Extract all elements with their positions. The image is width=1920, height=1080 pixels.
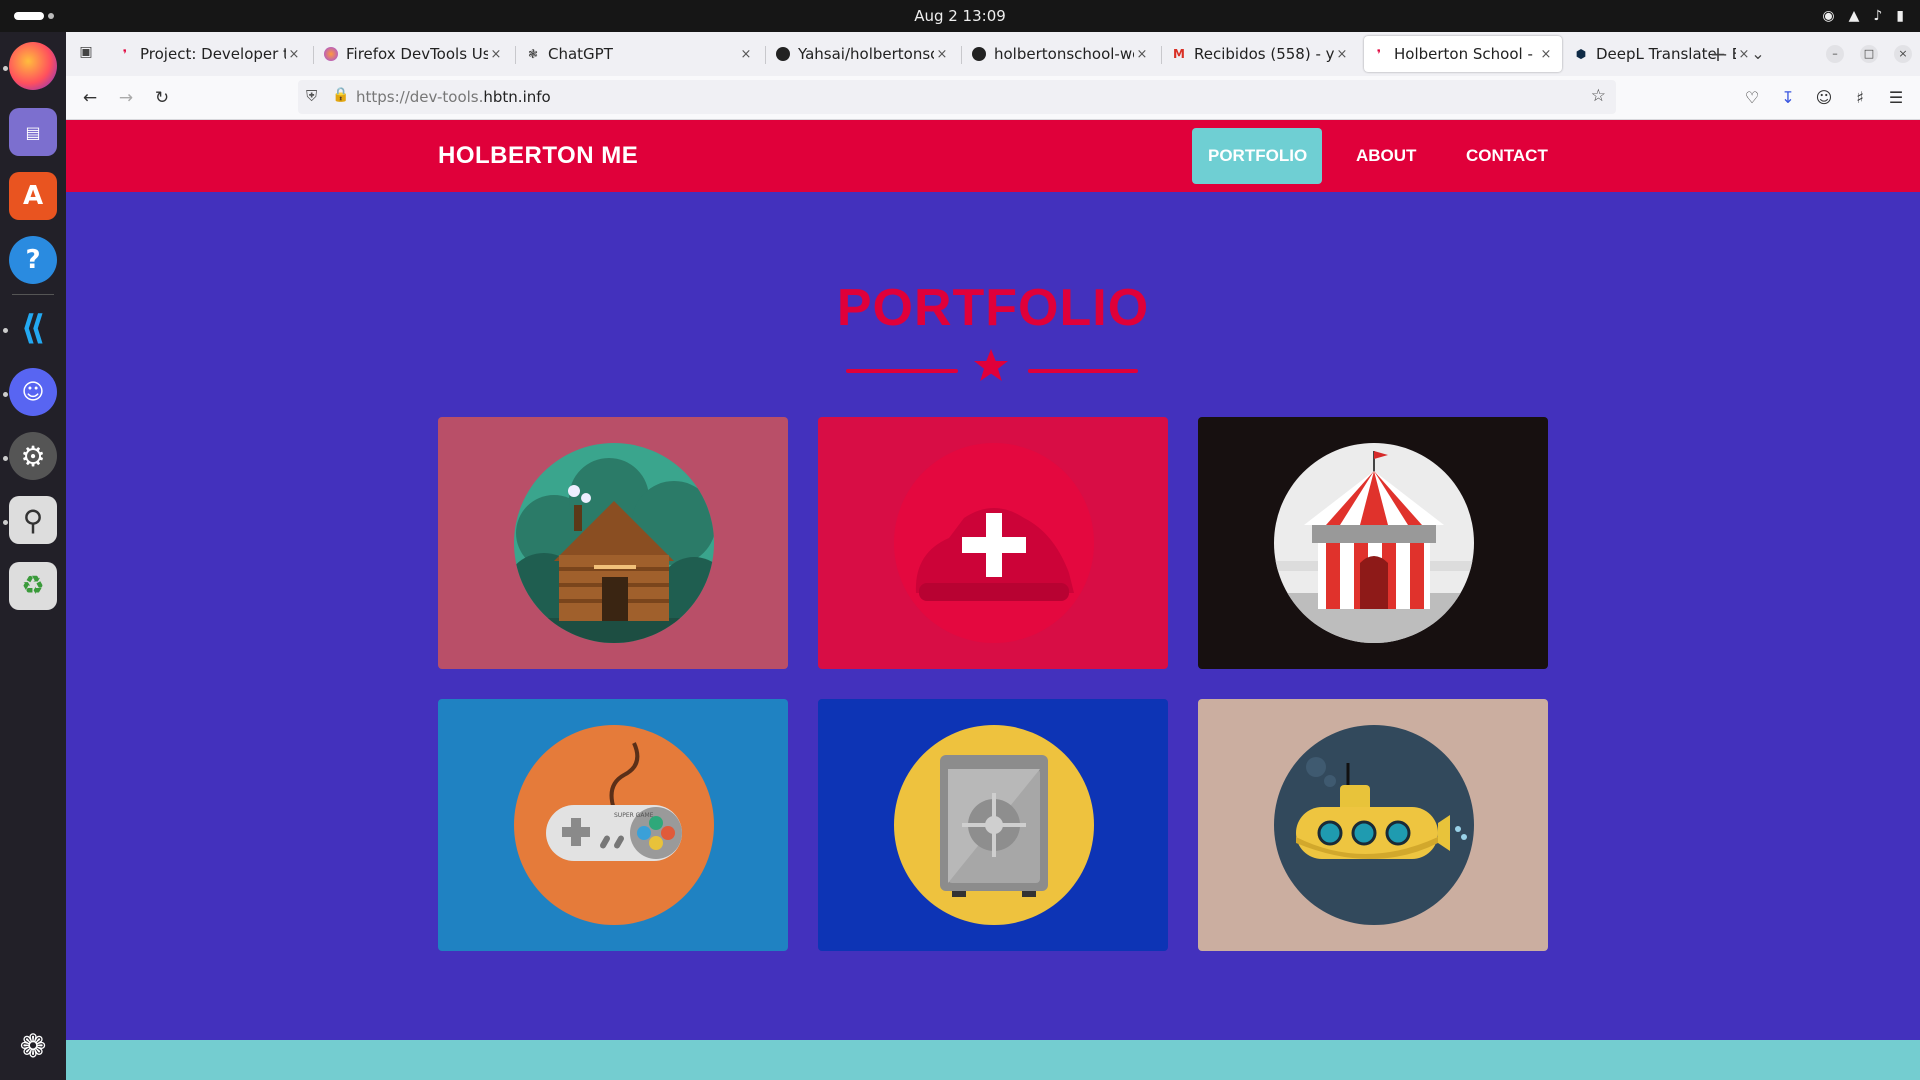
- portfolio-item-safe[interactable]: [818, 699, 1168, 951]
- holberton-favicon-icon: ❜: [1376, 47, 1382, 61]
- downloads-icon[interactable]: ↧: [1778, 88, 1798, 108]
- new-tab-icon[interactable]: +: [1708, 44, 1728, 64]
- running-indicator: [3, 392, 8, 397]
- circus-tent-icon: [1274, 443, 1474, 643]
- tab-chatgpt[interactable]: ❃ ChatGPT ×: [518, 36, 762, 72]
- firefox-window: ▣ ❜ Project: Developer to × Firefox DevT…: [66, 32, 1920, 1080]
- nav-link-portfolio[interactable]: PORTFOLIO: [1192, 128, 1322, 184]
- holberton-favicon-icon: ❜: [122, 47, 128, 61]
- running-indicator: [3, 520, 8, 525]
- lock-icon[interactable]: 🔒: [332, 87, 349, 103]
- portfolio-item-cabin[interactable]: [438, 417, 788, 669]
- close-tab-icon[interactable]: ×: [1538, 47, 1554, 62]
- nav-link-about[interactable]: ABOUT: [1340, 128, 1432, 184]
- dock-separator: [12, 294, 54, 295]
- menu-hamburger-icon[interactable]: ☰: [1886, 88, 1906, 108]
- chatgpt-favicon-icon: ❃: [527, 47, 539, 61]
- pocket-icon[interactable]: ♡: [1742, 88, 1762, 108]
- tab-strip: ▣ ❜ Project: Developer to × Firefox DevT…: [66, 32, 1920, 76]
- settings-icon[interactable]: ⚙: [9, 432, 57, 480]
- wifi-icon[interactable]: ▲: [1849, 8, 1860, 24]
- tab-separator: [961, 46, 962, 64]
- close-tab-icon[interactable]: ×: [1134, 47, 1150, 62]
- tab-project[interactable]: ❜ Project: Developer to ×: [110, 36, 310, 72]
- portfolio-item-circus[interactable]: [1198, 417, 1548, 669]
- running-indicator: [3, 456, 8, 461]
- help-icon[interactable]: ?: [9, 236, 57, 284]
- system-clock[interactable]: Aug 2 13:09: [0, 7, 1920, 25]
- add-plus-icon: [894, 443, 1094, 643]
- navigation-toolbar: ← → ↻ ⛨ 🔒 https://dev-tools.hbtn.info ☆ …: [66, 76, 1920, 120]
- files-icon[interactable]: ▤: [9, 108, 57, 156]
- nav-link-contact[interactable]: CONTACT: [1450, 128, 1564, 184]
- firefox-view-icon[interactable]: ▣: [76, 44, 96, 64]
- url-text[interactable]: https://dev-tools.hbtn.info: [356, 88, 551, 106]
- list-all-tabs-chevron-down-icon[interactable]: ⌄: [1748, 44, 1768, 64]
- portfolio-item-add-new[interactable]: [818, 417, 1168, 669]
- divider-line-left: [846, 369, 958, 373]
- tab-separator: [313, 46, 314, 64]
- volume-icon[interactable]: ♪: [1873, 8, 1882, 24]
- trash-icon[interactable]: ♻: [9, 562, 57, 610]
- tracking-shield-icon[interactable]: ⛨: [306, 87, 317, 105]
- tab-github-holberton[interactable]: holbertonschool-web ×: [964, 36, 1158, 72]
- tab-separator: [765, 46, 766, 64]
- game-controller-icon: SUPER GAME: [514, 725, 714, 925]
- safe-icon: [894, 725, 1094, 925]
- running-indicator: [3, 66, 8, 71]
- system-top-bar: Aug 2 13:09 ◉ ▲ ♪ ▮: [0, 0, 1920, 32]
- minimize-icon[interactable]: –: [1826, 45, 1844, 63]
- search-icon[interactable]: ⚲: [9, 496, 57, 544]
- firefox-favicon-icon: [324, 47, 338, 61]
- close-tab-icon[interactable]: ×: [286, 47, 302, 62]
- firefox-icon[interactable]: [9, 42, 57, 90]
- close-tab-icon[interactable]: ×: [738, 47, 754, 62]
- ubuntu-icon[interactable]: ❁: [9, 1022, 57, 1070]
- portfolio-item-submarine[interactable]: [1198, 699, 1548, 951]
- close-tab-icon[interactable]: ×: [1334, 47, 1350, 62]
- tab-devtools[interactable]: Firefox DevTools Use ×: [316, 36, 512, 72]
- back-arrow-icon[interactable]: ←: [80, 88, 100, 108]
- dock: ▤ A ? ⟪ ☺ ⚙ ⚲ ♻ ❁: [0, 32, 66, 1080]
- app-center-icon[interactable]: A: [9, 172, 57, 220]
- extensions-icon[interactable]: ♯: [1850, 88, 1870, 108]
- reload-icon[interactable]: ↻: [152, 88, 172, 108]
- close-tab-icon[interactable]: ×: [934, 47, 950, 62]
- restore-icon[interactable]: □: [1860, 45, 1878, 63]
- section-title: PORTFOLIO: [836, 279, 1150, 337]
- tab-deepl[interactable]: ⬢ DeepL Translate - El ×: [1566, 36, 1760, 72]
- cabin-icon: [514, 443, 714, 643]
- close-window-icon[interactable]: ×: [1894, 45, 1912, 63]
- site-header: HOLBERTON ME PORTFOLIO ABOUT CONTACT: [66, 120, 1920, 192]
- battery-icon[interactable]: ▮: [1896, 8, 1904, 24]
- forward-arrow-icon[interactable]: →: [116, 88, 136, 108]
- footer-band: [66, 1040, 1920, 1080]
- tab-separator: [1161, 46, 1162, 64]
- site-brand[interactable]: HOLBERTON ME: [438, 142, 638, 170]
- address-bar[interactable]: ⛨ 🔒 https://dev-tools.hbtn.info ☆: [298, 80, 1616, 114]
- discord-icon[interactable]: ☺: [9, 368, 57, 416]
- close-tab-icon[interactable]: ×: [488, 47, 504, 62]
- account-icon[interactable]: ☺: [1814, 88, 1834, 108]
- discord-tray-icon[interactable]: ◉: [1822, 8, 1834, 24]
- divider-line-right: [1028, 369, 1138, 373]
- deepl-favicon-icon: ⬢: [1575, 47, 1587, 61]
- system-tray[interactable]: ◉ ▲ ♪ ▮: [1822, 6, 1904, 26]
- bookmark-star-icon[interactable]: ☆: [1591, 86, 1606, 106]
- github-favicon-icon: [972, 47, 986, 61]
- running-indicator: [3, 328, 8, 333]
- web-page: HOLBERTON ME PORTFOLIO ABOUT CONTACT POR…: [66, 120, 1920, 1080]
- tab-github-yahsai[interactable]: Yahsai/holbertonsch ×: [768, 36, 958, 72]
- star-icon: [974, 349, 1008, 381]
- submarine-icon: [1274, 725, 1474, 925]
- tab-gmail[interactable]: M Recibidos (558) - yah ×: [1164, 36, 1358, 72]
- controller-label: SUPER GAME: [614, 812, 654, 819]
- vscode-icon[interactable]: ⟪: [9, 304, 57, 352]
- gmail-favicon-icon: M: [1173, 47, 1185, 61]
- github-favicon-icon: [776, 47, 790, 61]
- portfolio-item-game-controller[interactable]: SUPER GAME: [438, 699, 788, 951]
- tab-holberton-school[interactable]: ❜ Holberton School - D ×: [1364, 36, 1562, 72]
- tab-separator: [515, 46, 516, 64]
